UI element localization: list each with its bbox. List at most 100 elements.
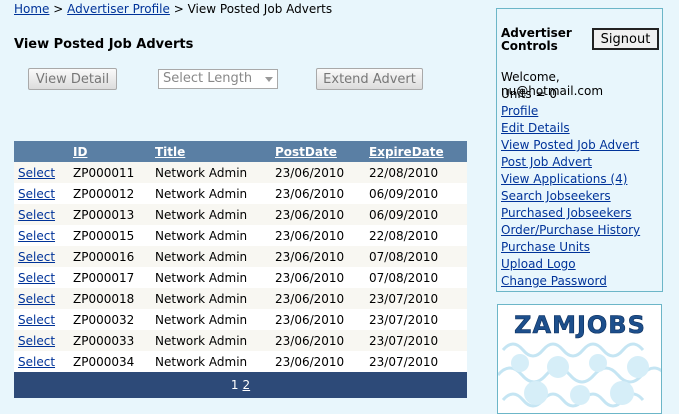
select-row-link[interactable]: Select xyxy=(18,187,55,201)
menu-link[interactable]: View Applications (4) xyxy=(501,172,627,186)
menu-link[interactable]: Edit Details xyxy=(501,121,570,135)
company-logo: ZAMJOBS xyxy=(497,304,662,414)
page-title: View Posted Job Adverts xyxy=(14,37,194,52)
select-row-link[interactable]: Select xyxy=(18,292,55,306)
controls-menu-item: Edit Details xyxy=(501,121,640,138)
cell-id: ZP000034 xyxy=(73,351,155,372)
controls-menu-item: View Posted Job Advert xyxy=(501,138,640,155)
cell-postdate: 23/06/2010 xyxy=(275,351,369,372)
zamjobs-logo-icon: ZAMJOBS xyxy=(498,311,661,408)
cell-title: Network Admin xyxy=(155,183,275,204)
header-title-sort-link[interactable]: Title xyxy=(155,141,275,162)
view-detail-button[interactable]: View Detail xyxy=(28,68,117,90)
select-row-link[interactable]: Select xyxy=(18,229,55,243)
cell-title: Network Admin xyxy=(155,225,275,246)
cell-expiredate: 23/07/2010 xyxy=(369,309,467,330)
menu-link[interactable]: Purchased Jobseekers xyxy=(501,206,632,220)
cell-title: Network Admin xyxy=(155,204,275,225)
cell-id: ZP000018 xyxy=(73,288,155,309)
select-length-dropdown[interactable]: Select Length xyxy=(158,69,278,89)
cell-expiredate: 07/08/2010 xyxy=(369,267,467,288)
table-row: Select ZP000013 Network Admin 23/06/2010 06/… xyxy=(14,204,467,225)
header-id-sort-link[interactable]: ID xyxy=(73,141,155,162)
cell-id: ZP000013 xyxy=(73,204,155,225)
menu-link[interactable]: Purchase Units xyxy=(501,240,590,254)
cell-id: ZP000015 xyxy=(73,225,155,246)
controls-menu-item: Order/Purchase History xyxy=(501,223,640,240)
controls-title: Advertiser Controls xyxy=(501,26,572,53)
select-row-link[interactable]: Select xyxy=(18,208,55,222)
cell-id: ZP000016 xyxy=(73,246,155,267)
cell-title: Network Admin xyxy=(155,309,275,330)
cell-id: ZP000017 xyxy=(73,267,155,288)
menu-link[interactable]: Order/Purchase History xyxy=(501,223,640,237)
signout-button[interactable]: Signout xyxy=(592,28,659,50)
menu-link[interactable]: Upload Logo xyxy=(501,257,576,271)
select-row-link[interactable]: Select xyxy=(18,250,55,264)
table-row: Select ZP000033 Network Admin 23/06/2010 23/… xyxy=(14,330,467,351)
breadcrumb-profile-link[interactable]: Advertiser Profile xyxy=(67,2,170,16)
controls-menu-item: View Applications (4) xyxy=(501,172,640,189)
menu-link[interactable]: View Posted Job Advert xyxy=(501,138,639,152)
cell-postdate: 23/06/2010 xyxy=(275,246,369,267)
breadcrumb: Home > Advertiser Profile > View Posted … xyxy=(14,2,332,16)
select-row-link[interactable]: Select xyxy=(18,166,55,180)
menu-link[interactable]: Profile xyxy=(501,104,538,118)
cell-expiredate: 22/08/2010 xyxy=(369,225,467,246)
logo-text: ZAMJOBS xyxy=(514,311,646,339)
controls-menu-item: Purchase Units xyxy=(501,240,640,257)
controls-menu: Profile Edit Details View Posted Job Adver… xyxy=(501,104,640,291)
breadcrumb-current: View Posted Job Adverts xyxy=(187,2,333,16)
cell-expiredate: 23/07/2010 xyxy=(369,288,467,309)
select-row-link[interactable]: Select xyxy=(18,313,55,327)
cell-title: Network Admin xyxy=(155,246,275,267)
menu-link[interactable]: Post Job Advert xyxy=(501,155,592,169)
job-adverts-table: ID Title PostDate ExpireDate Select ZP000… xyxy=(14,141,467,398)
cell-postdate: 23/06/2010 xyxy=(275,183,369,204)
cell-id: ZP000032 xyxy=(73,309,155,330)
select-row-link[interactable]: Select xyxy=(18,355,55,369)
cell-expiredate: 06/09/2010 xyxy=(369,183,467,204)
extend-advert-button[interactable]: Extend Advert xyxy=(316,68,423,90)
breadcrumb-separator: > xyxy=(169,2,188,16)
table-row: Select ZP000012 Network Admin 23/06/2010 06/… xyxy=(14,183,467,204)
pager-page-link[interactable]: 2 xyxy=(243,378,251,392)
cell-title: Network Admin xyxy=(155,162,275,183)
header-postdate-sort-link[interactable]: PostDate xyxy=(275,141,369,162)
controls-menu-item: Search Jobseekers xyxy=(501,189,640,206)
cell-id: ZP000033 xyxy=(73,330,155,351)
table-row: Select ZP000034 Network Admin 23/06/2010 23/… xyxy=(14,351,467,372)
menu-link[interactable]: Change Password xyxy=(501,274,607,288)
pager-bar: 12 xyxy=(14,372,467,398)
cell-expiredate: 23/07/2010 xyxy=(369,330,467,351)
cell-expiredate: 06/09/2010 xyxy=(369,204,467,225)
cell-postdate: 23/06/2010 xyxy=(275,309,369,330)
table-row: Select ZP000032 Network Admin 23/06/2010 23/… xyxy=(14,309,467,330)
controls-menu-item: Change Password xyxy=(501,274,640,291)
cell-id: ZP000011 xyxy=(73,162,155,183)
controls-menu-item: Purchased Jobseekers xyxy=(501,206,640,223)
select-row-link[interactable]: Select xyxy=(18,271,55,285)
header-expiredate-sort-link[interactable]: ExpireDate xyxy=(369,141,467,162)
menu-link[interactable]: Search Jobseekers xyxy=(501,189,611,203)
breadcrumb-separator: > xyxy=(49,2,68,16)
cell-title: Network Admin xyxy=(155,288,275,309)
cell-title: Network Admin xyxy=(155,267,275,288)
table-row: Select ZP000017 Network Admin 23/06/2010 07/… xyxy=(14,267,467,288)
breadcrumb-home-link[interactable]: Home xyxy=(14,2,49,16)
select-row-link[interactable]: Select xyxy=(18,334,55,348)
cell-postdate: 23/06/2010 xyxy=(275,204,369,225)
table-header-row: ID Title PostDate ExpireDate xyxy=(14,141,467,162)
cell-title: Network Admin xyxy=(155,351,275,372)
select-length-value: Select Length xyxy=(163,71,253,86)
table-row: Select ZP000015 Network Admin 23/06/2010 22/… xyxy=(14,225,467,246)
controls-menu-item: Upload Logo xyxy=(501,257,640,274)
header-select xyxy=(14,141,73,162)
units-text: Units = 0 xyxy=(501,87,557,101)
table-row: Select ZP000016 Network Admin 23/06/2010 07/… xyxy=(14,246,467,267)
cell-postdate: 23/06/2010 xyxy=(275,330,369,351)
cell-postdate: 23/06/2010 xyxy=(275,225,369,246)
controls-menu-item: Post Job Advert xyxy=(501,155,640,172)
chevron-down-icon xyxy=(265,77,273,82)
cell-postdate: 23/06/2010 xyxy=(275,162,369,183)
